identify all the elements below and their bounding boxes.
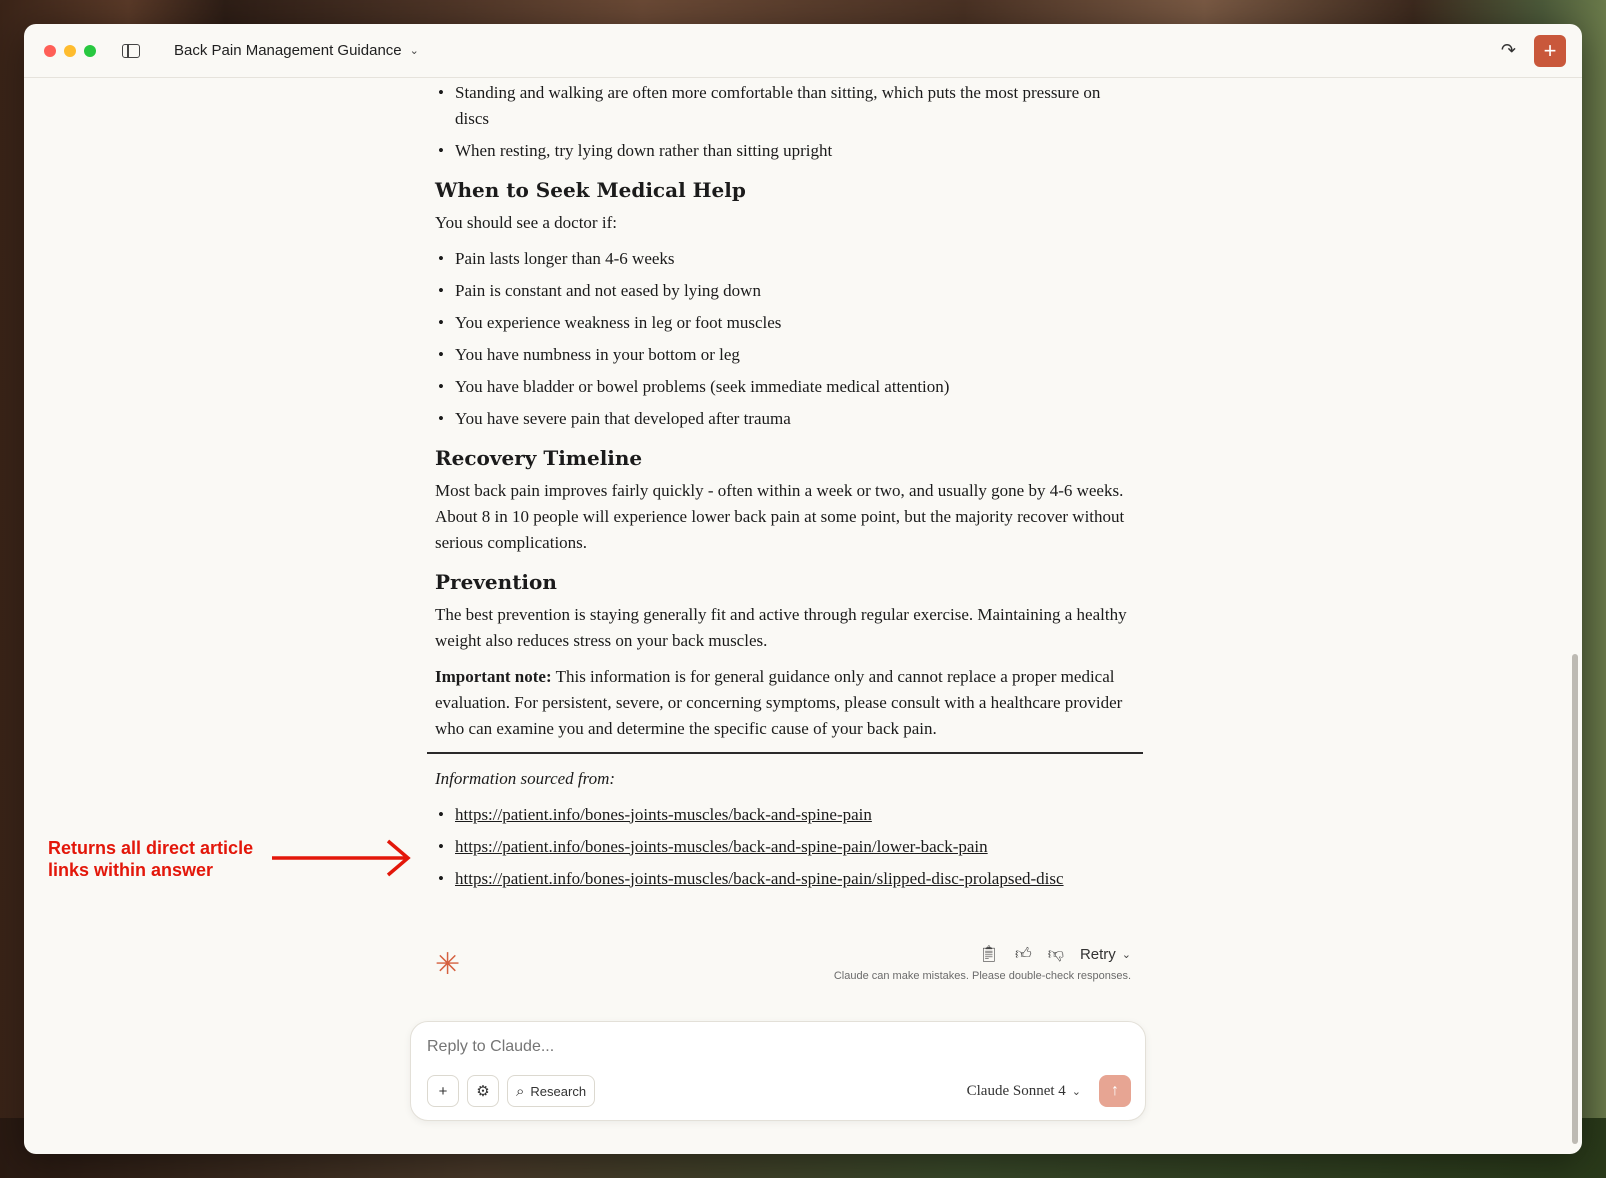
list-item: https://patient.info/bones-joints-muscle… — [435, 802, 1135, 828]
research-button[interactable]: ⌕ Research — [507, 1075, 596, 1107]
retry-label: Retry — [1079, 945, 1116, 963]
section-heading-medical-help: When to Seek Medical Help — [435, 178, 746, 202]
app-window: Back Pain Management Guidance ⌄ ↷ + Stan… — [24, 24, 1582, 1154]
list-item: You have severe pain that developed afte… — [435, 406, 1135, 432]
sources-list: https://patient.info/bones-joints-muscle… — [435, 802, 1135, 892]
share-icon[interactable]: ↷ — [1501, 40, 1516, 61]
chevron-down-icon: ⌄ — [1121, 948, 1131, 961]
medical-help-list: Pain lasts longer than 4-6 weeks Pain is… — [435, 246, 1135, 432]
chevron-down-icon: ⌄ — [409, 45, 419, 57]
source-link[interactable]: https://patient.info/bones-joints-muscle… — [455, 869, 1064, 888]
claude-logo-icon: ✳ — [435, 948, 461, 981]
model-selector[interactable]: Claude Sonnet 4 ⌄ — [967, 1083, 1081, 1100]
tools-button[interactable]: ⚙︎ — [467, 1075, 499, 1107]
chevron-down-icon: ⌄ — [1071, 1086, 1081, 1098]
arrow-up-icon: ↑ — [1111, 1082, 1119, 1099]
source-link[interactable]: https://patient.info/bones-joints-muscle… — [455, 837, 988, 856]
sidebar-toggle-icon[interactable] — [122, 43, 140, 58]
plus-icon: + — [438, 1082, 448, 1100]
medical-help-intro: You should see a doctor if: — [435, 213, 617, 232]
search-icon: ⌕ — [516, 1082, 525, 1100]
disclaimer: Claude can make mistakes. Please double-… — [833, 970, 1131, 982]
list-item: When resting, try lying down rather than… — [435, 138, 1135, 164]
assistant-message: Standing and walking are often more comf… — [427, 80, 1143, 898]
list-item: You experience weakness in leg or foot m… — [435, 310, 1135, 336]
annotation-arrow-icon — [272, 839, 411, 877]
sources-label: Information sourced from: — [435, 768, 616, 788]
section-heading-prevention: Prevention — [435, 570, 557, 594]
message-actions: ✳ 📋︎ 👍︎ 👎︎ Retry ⌄ Claude can make mistak… — [435, 942, 1131, 1002]
research-label: Research — [530, 1083, 587, 1099]
conversation-title: Back Pain Management Guidance — [174, 42, 402, 59]
window-controls — [44, 44, 96, 57]
new-chat-button[interactable]: + — [1534, 34, 1566, 67]
list-item: Pain lasts longer than 4-6 weeks — [435, 246, 1135, 272]
model-name: Claude Sonnet 4 — [966, 1083, 1066, 1099]
close-window-button[interactable] — [44, 44, 56, 57]
list-item: You have bladder or bowel problems (seek… — [435, 374, 1135, 400]
send-button[interactable]: ↑ — [1099, 1075, 1131, 1107]
prevention-text: The best prevention is staying generally… — [435, 605, 1127, 650]
position-tips-list: Standing and walking are often more comf… — [435, 80, 1135, 164]
list-item: Pain is constant and not eased by lying … — [435, 278, 1135, 304]
add-attachment-button[interactable]: + — [427, 1075, 459, 1107]
source-link[interactable]: https://patient.info/bones-joints-muscle… — [455, 805, 872, 824]
divider — [427, 752, 1143, 754]
retry-button[interactable]: Retry ⌄ — [1080, 946, 1131, 963]
section-heading-recovery: Recovery Timeline — [435, 446, 643, 470]
thumbs-up-icon[interactable]: 👍︎ — [1015, 945, 1032, 964]
sliders-icon: ⚙︎ — [476, 1083, 490, 1100]
plus-icon: + — [1543, 37, 1557, 63]
list-item: Standing and walking are often more comf… — [435, 80, 1135, 132]
copy-icon[interactable]: 📋︎ — [979, 944, 999, 964]
annotation-label: Returns all direct article links within … — [48, 838, 254, 880]
important-note: Important note: This information is for … — [435, 664, 1135, 742]
title-bar: Back Pain Management Guidance ⌄ ↷ + — [24, 24, 1582, 78]
important-note-label: Important note: — [435, 667, 552, 686]
composer: + ⚙︎ ⌕ Research Claude Sonnet 4 ⌄ ↑ — [410, 1021, 1146, 1121]
conversation-title-menu[interactable]: Back Pain Management Guidance ⌄ — [174, 42, 419, 59]
list-item: https://patient.info/bones-joints-muscle… — [435, 834, 1135, 860]
reply-input[interactable] — [427, 1038, 1027, 1056]
thumbs-down-icon[interactable]: 👎︎ — [1048, 945, 1064, 964]
zoom-window-button[interactable] — [84, 44, 96, 57]
minimize-window-button[interactable] — [64, 44, 76, 57]
list-item: You have numbness in your bottom or leg — [435, 342, 1135, 368]
list-item: https://patient.info/bones-joints-muscle… — [435, 866, 1135, 892]
recovery-text: Most back pain improves fairly quickly -… — [435, 481, 1125, 552]
scrollbar[interactable] — [1572, 654, 1578, 1144]
